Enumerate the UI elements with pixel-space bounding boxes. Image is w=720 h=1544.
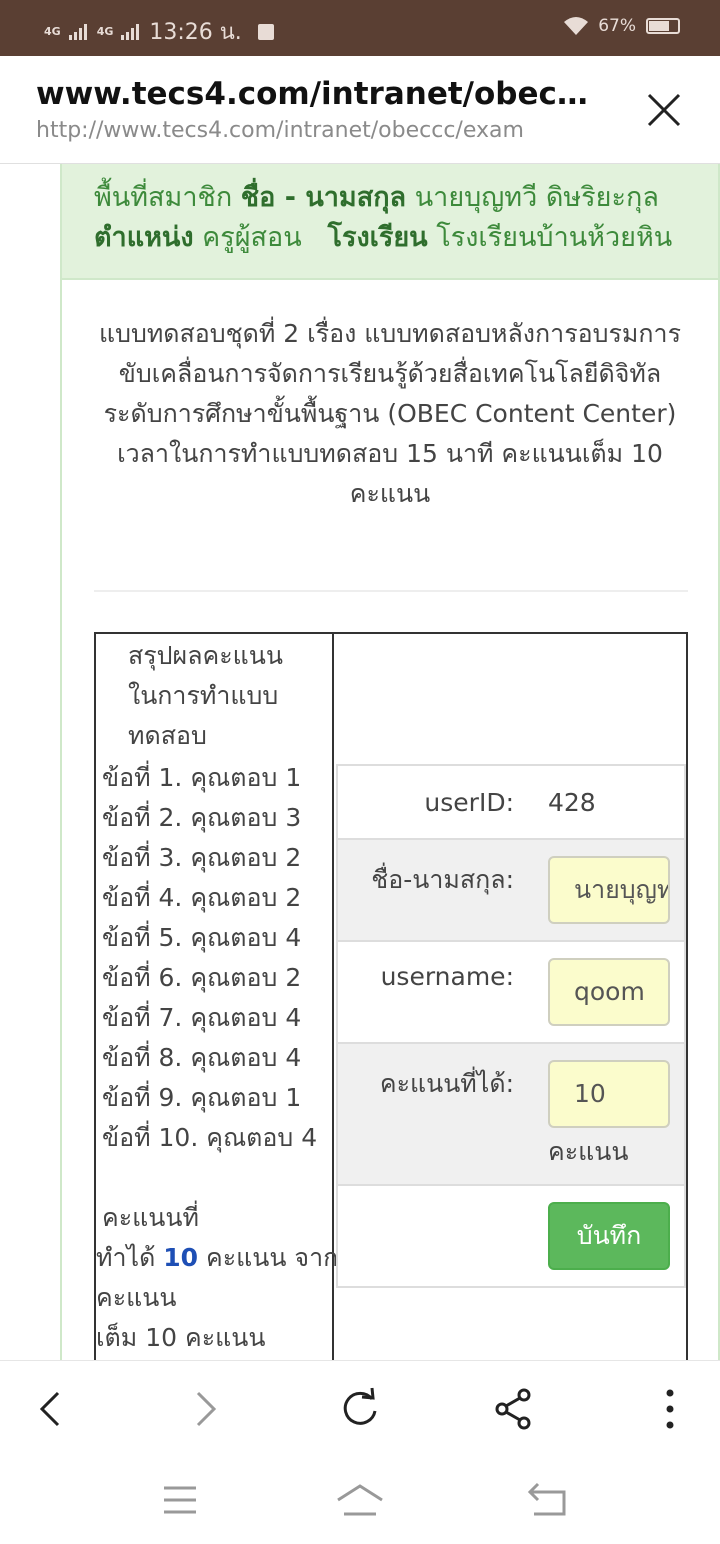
- fullname-input[interactable]: นายบุญทวี ดิษริยะกุล: [548, 856, 670, 924]
- form-row-userid: userID: 428: [338, 766, 684, 840]
- answer-item: ข้อที่ 4. คุณตอบ 2: [102, 883, 302, 912]
- summary-column: สรุปผลคะแนนในการทำแบบทดสอบ ข้อที่ 1. คุณ…: [96, 634, 338, 1360]
- more-menu-icon[interactable]: [646, 1385, 694, 1433]
- score-summary: คะแนนที่ ทำได้ 10 คะแนน จาก คะแนน เต็ม 1…: [96, 1198, 338, 1358]
- signal-label-1: 4G: [44, 24, 61, 38]
- answer-item: ข้อที่ 2. คุณตอบ 3: [102, 803, 302, 832]
- save-button[interactable]: บันทึก: [548, 1202, 670, 1270]
- member-line-2: ตำแหน่ง ครูผู้สอน โรงเรียน โรงเรียนบ้านห…: [94, 218, 718, 258]
- browser-header: www.tecs4.com/intranet/obeccc/exam http:…: [0, 56, 720, 164]
- answer-item: ข้อที่ 1. คุณตอบ 1: [102, 763, 302, 792]
- recent-apps-icon[interactable]: [156, 1480, 204, 1520]
- fullname-label: ชื่อ-นามสกุล:: [371, 865, 514, 894]
- username-label: username:: [380, 962, 514, 991]
- score-suffix: คะแนน จาก: [206, 1243, 339, 1272]
- form-row-save: บันทึก: [338, 1186, 684, 1288]
- exam-time-info: เวลาในการทำแบบทดสอบ 15 นาที คะแนนเต็ม 10…: [117, 439, 663, 508]
- exam-title: แบบทดสอบชุดที่ 2 เรื่อง แบบทดสอบหลังการอ…: [98, 319, 682, 428]
- system-nav-bar: [0, 1456, 720, 1544]
- cell-signal-icon: [68, 23, 87, 40]
- score-line-2: ทำได้ 10 คะแนน จาก: [96, 1238, 338, 1278]
- page-url[interactable]: http://www.tecs4.com/intranet/obeccc/exa…: [36, 118, 524, 143]
- member-name-label: ชื่อ - นามสกุล: [240, 182, 407, 213]
- status-bar: 4G 4G 13:26 น. 67%: [0, 0, 720, 56]
- userid-label: userID:: [424, 788, 514, 817]
- member-position-value: ครูผู้สอน: [202, 222, 302, 253]
- form-row-username: username: qoom: [338, 942, 684, 1044]
- member-area-label: พื้นที่สมาชิก: [94, 182, 233, 213]
- answer-item: ข้อที่ 3. คุณตอบ 2: [102, 843, 302, 872]
- username-input[interactable]: qoom: [548, 958, 670, 1026]
- score-line-3: คะแนน: [96, 1283, 177, 1312]
- answer-item: ข้อที่ 5. คุณตอบ 4: [102, 923, 302, 952]
- answer-item: ข้อที่ 7. คุณตอบ 4: [102, 1003, 302, 1032]
- member-line-1: พื้นที่สมาชิก ชื่อ - นามสกุล นายบุญทวี ด…: [94, 178, 718, 218]
- answer-item: ข้อที่ 8. คุณตอบ 4: [102, 1043, 302, 1072]
- form-row-score: คะแนนที่ได้: 10 คะแนน: [338, 1044, 684, 1186]
- signal-label-2: 4G: [96, 24, 114, 38]
- battery-percent: 67%: [598, 16, 636, 36]
- wifi-icon: [564, 17, 589, 35]
- cell-signal-icon: [121, 23, 140, 40]
- form-row-fullname: ชื่อ-นามสกุล: นายบุญทวี ดิษริยะกุล: [338, 840, 684, 942]
- member-school-value: โรงเรียนบ้านห้วยหิน: [436, 222, 673, 253]
- system-back-icon[interactable]: [524, 1480, 572, 1520]
- home-icon[interactable]: [336, 1480, 384, 1520]
- close-icon[interactable]: [646, 92, 682, 128]
- answer-list: ข้อที่ 1. คุณตอบ 1 ข้อที่ 2. คุณตอบ 3 ข้…: [102, 758, 317, 1158]
- member-info: พื้นที่สมาชิก ชื่อ - นามสกุล นายบุญทวี ด…: [62, 164, 718, 280]
- member-name-value: นายบุญทวี ดิษริยะกุล: [414, 182, 659, 213]
- web-content: พื้นที่สมาชิก ชื่อ - นามสกุล นายบุญทวี ด…: [0, 164, 720, 1360]
- score-unit: คะแนน: [548, 1137, 629, 1166]
- page-title: www.tecs4.com/intranet/obeccc/exam: [36, 76, 596, 112]
- status-time: 13:26 น.: [149, 20, 242, 45]
- score-prefix: ทำได้: [96, 1243, 156, 1272]
- score-label: คะแนนที่ได้:: [379, 1069, 514, 1098]
- score-line-1: คะแนนที่: [102, 1203, 199, 1232]
- answer-item: ข้อที่ 9. คุณตอบ 1: [102, 1083, 302, 1112]
- reload-icon[interactable]: [336, 1385, 384, 1433]
- divider: [94, 590, 688, 592]
- forward-icon[interactable]: [182, 1385, 230, 1433]
- content-panel: พื้นที่สมาชิก ชื่อ - นามสกุล นายบุญทวี ด…: [60, 164, 720, 1360]
- battery-icon: [646, 18, 680, 34]
- score-line-4: เต็ม 10 คะแนน: [96, 1323, 266, 1352]
- back-icon[interactable]: [28, 1385, 76, 1433]
- notification-icon: [257, 23, 274, 40]
- score-number: 10: [163, 1243, 199, 1272]
- score-input[interactable]: 10: [548, 1060, 670, 1128]
- exam-header: แบบทดสอบชุดที่ 2 เรื่อง แบบทดสอบหลังการอ…: [90, 314, 690, 514]
- member-school-label: โรงเรียน: [327, 222, 428, 253]
- answer-item: ข้อที่ 10. คุณตอบ 4: [102, 1123, 318, 1152]
- browser-nav-bar: [0, 1360, 720, 1456]
- member-position-label: ตำแหน่ง: [94, 222, 194, 253]
- answer-item: ข้อที่ 6. คุณตอบ 2: [102, 963, 302, 992]
- score-form: userID: 428 ชื่อ-นามสกุล: นายบุญทวี ดิษร…: [336, 764, 686, 1288]
- result-table: สรุปผลคะแนนในการทำแบบทดสอบ ข้อที่ 1. คุณ…: [94, 632, 688, 1360]
- summary-heading: สรุปผลคะแนนในการทำแบบทดสอบ: [128, 641, 283, 750]
- userid-value: 428: [548, 788, 596, 817]
- share-icon[interactable]: [490, 1385, 538, 1433]
